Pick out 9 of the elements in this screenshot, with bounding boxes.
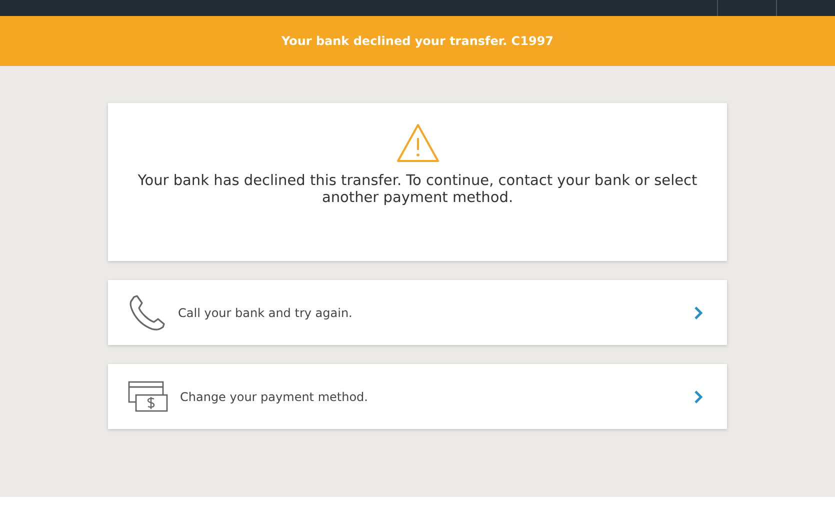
warning-icon [396,123,440,163]
notice-message: Your bank has declined this transfer. To continue, contact your bank or select another payment method. [136,173,698,207]
chevron-right-icon [694,306,703,320]
option-row[interactable]: Change your payment method. [108,364,727,429]
payment-cards-icon [128,380,168,412]
phone-icon [128,294,166,332]
banner-message: Your bank declined your transfer. C1997 [281,34,554,48]
chevron-right-icon [694,390,703,404]
option-row[interactable]: Call your bank and try again. [108,280,727,345]
